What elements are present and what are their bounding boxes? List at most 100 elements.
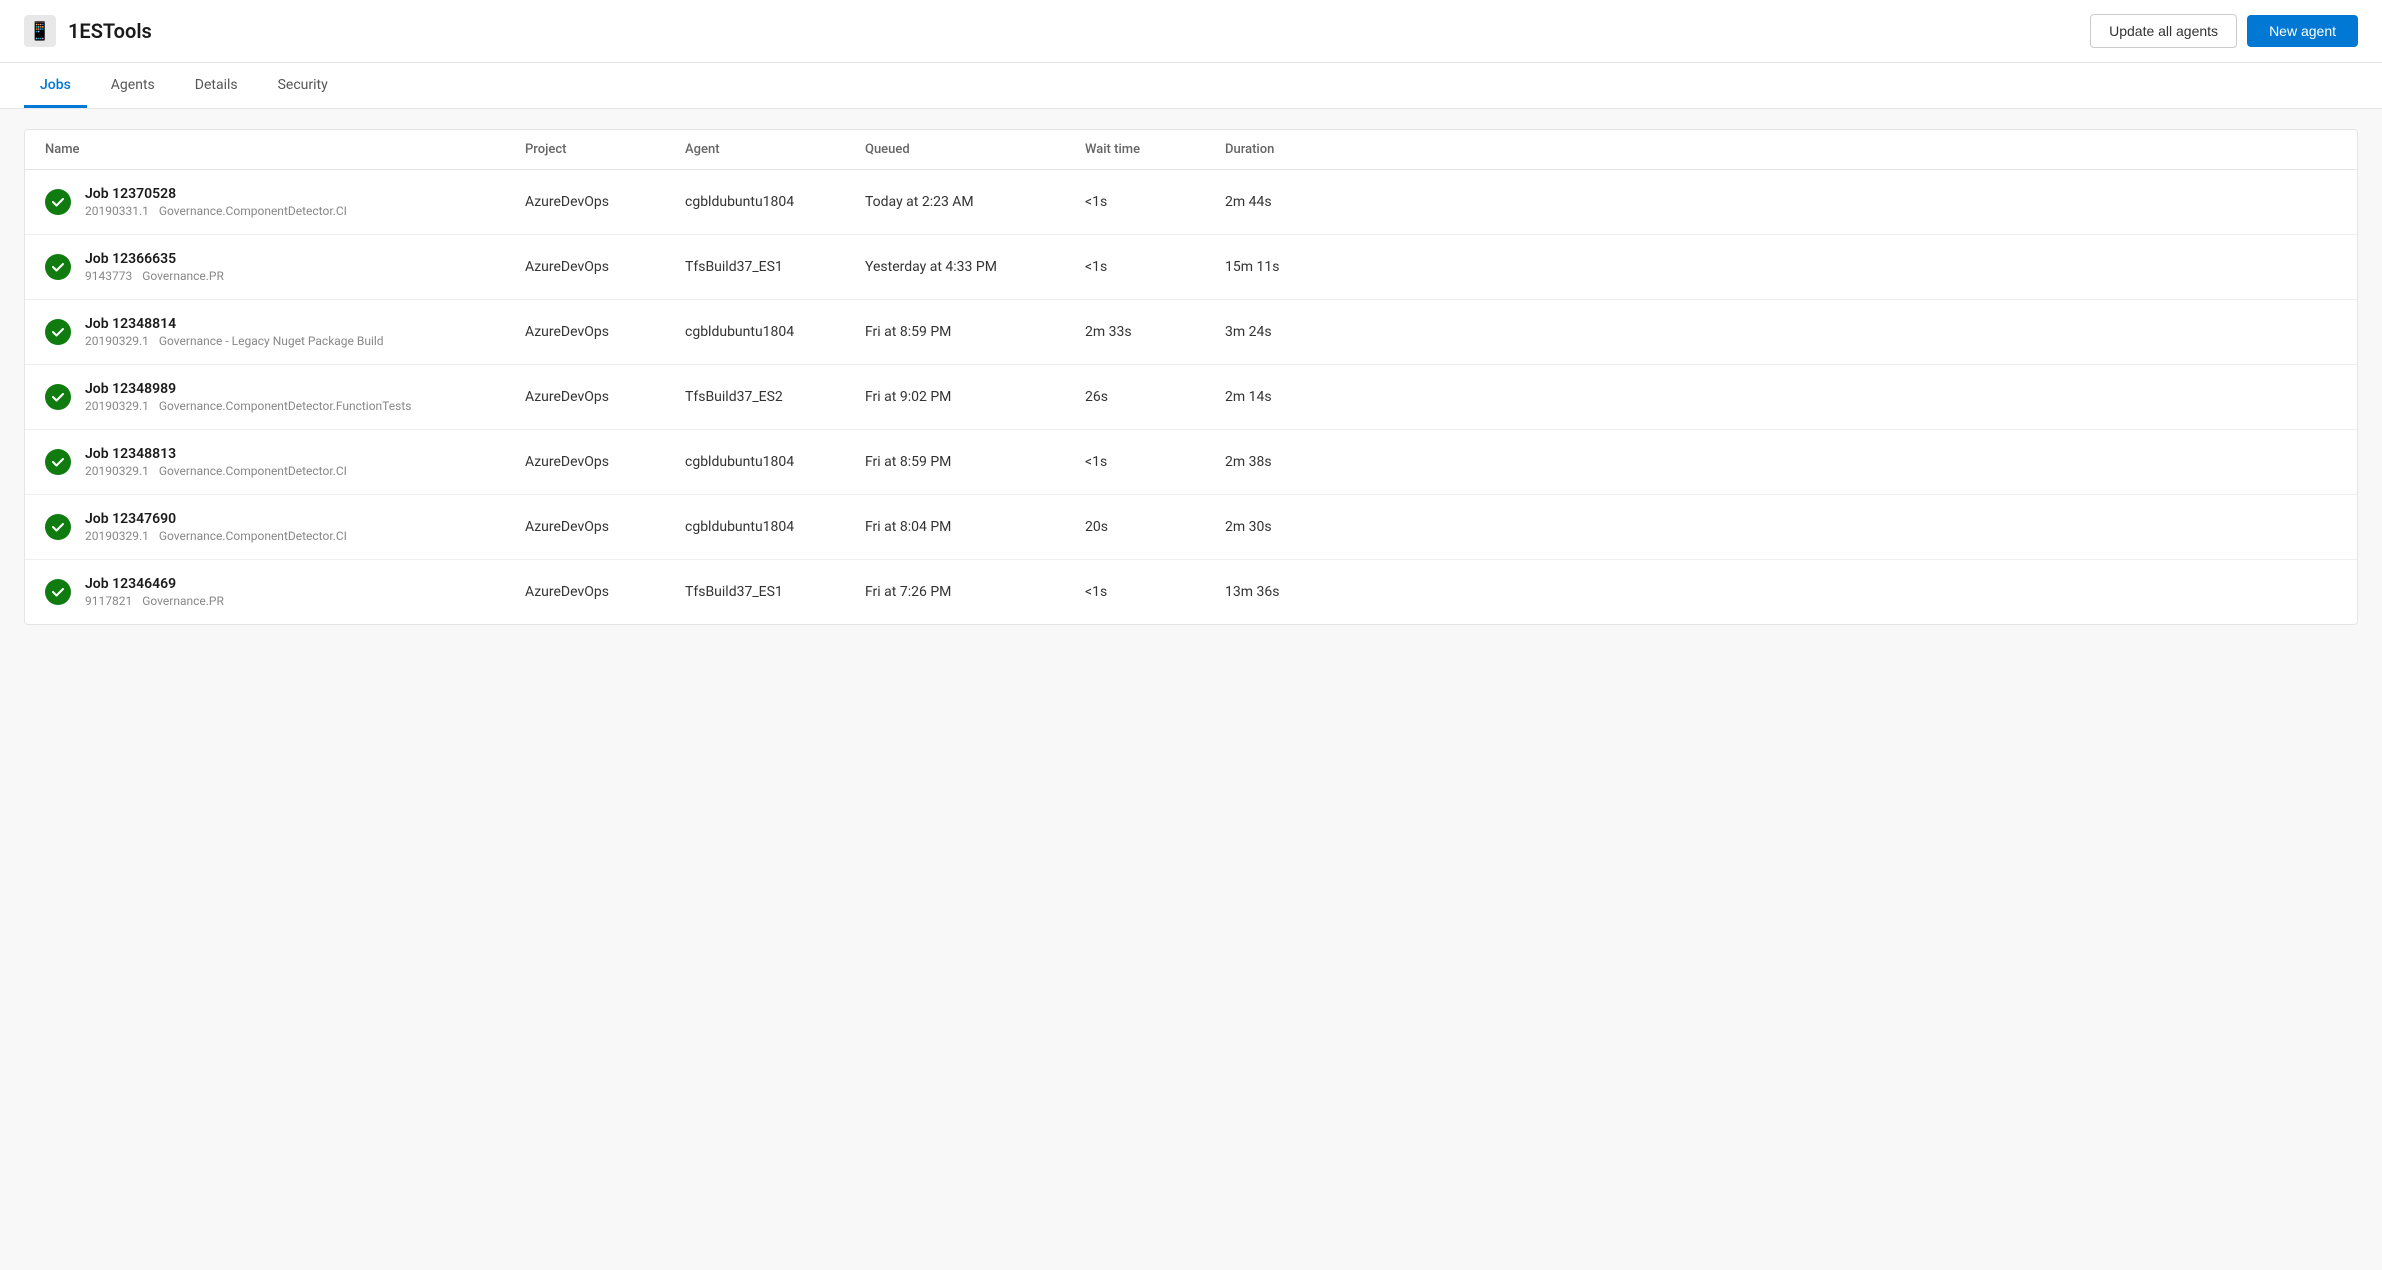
job-title: Job 12370528 [85, 186, 347, 202]
job-wait-time: <1s [1085, 584, 1225, 600]
job-title: Job 12348989 [85, 381, 411, 397]
job-subtitle: 9117821 Governance.PR [85, 594, 224, 608]
job-wait-time: 2m 33s [1085, 324, 1225, 340]
header-left: 📱 1ESTools [24, 15, 152, 47]
job-agent: cgbldubuntu1804 [685, 194, 865, 210]
job-sub1: 20190329.1 [85, 529, 149, 543]
job-subtitle: 9143773 Governance.PR [85, 269, 224, 283]
job-duration: 2m 44s [1225, 194, 1365, 210]
job-name-cell: Job 12346469 9117821 Governance.PR [45, 576, 525, 608]
job-agent: cgbldubuntu1804 [685, 324, 865, 340]
job-info: Job 12370528 20190331.1 Governance.Compo… [85, 186, 347, 218]
job-duration: 2m 30s [1225, 519, 1365, 535]
job-sub2: Governance.ComponentDetector.CI [159, 204, 347, 218]
job-name-cell: Job 12348813 20190329.1 Governance.Compo… [45, 446, 525, 478]
job-subtitle: 20190329.1 Governance - Legacy Nuget Pac… [85, 334, 384, 348]
main-content: Name Project Agent Queued Wait time Dura… [0, 109, 2382, 645]
job-project: AzureDevOps [525, 454, 685, 470]
job-agent: cgbldubuntu1804 [685, 519, 865, 535]
job-info: Job 12366635 9143773 Governance.PR [85, 251, 224, 283]
success-icon [45, 384, 71, 410]
job-project: AzureDevOps [525, 194, 685, 210]
job-title: Job 12366635 [85, 251, 224, 267]
job-title: Job 12348813 [85, 446, 347, 462]
job-queued: Yesterday at 4:33 PM [865, 259, 1085, 275]
update-all-agents-button[interactable]: Update all agents [2090, 14, 2237, 48]
job-subtitle: 20190329.1 Governance.ComponentDetector.… [85, 464, 347, 478]
job-project: AzureDevOps [525, 259, 685, 275]
job-subtitle: 20190331.1 Governance.ComponentDetector.… [85, 204, 347, 218]
tab-agents[interactable]: Agents [95, 63, 171, 108]
success-icon [45, 514, 71, 540]
tab-details[interactable]: Details [179, 63, 254, 108]
table-row[interactable]: Job 12366635 9143773 Governance.PR Azure… [25, 235, 2357, 300]
job-queued: Today at 2:23 AM [865, 194, 1085, 210]
job-agent: TfsBuild37_ES1 [685, 584, 865, 600]
success-icon [45, 449, 71, 475]
job-subtitle: 20190329.1 Governance.ComponentDetector.… [85, 399, 411, 413]
job-info: Job 12348989 20190329.1 Governance.Compo… [85, 381, 411, 413]
col-agent: Agent [685, 142, 865, 157]
app-title: 1ESTools [68, 19, 152, 43]
header-actions: Update all agents New agent [2090, 14, 2358, 48]
tabs-bar: Jobs Agents Details Security [0, 63, 2382, 109]
job-name-cell: Job 12348989 20190329.1 Governance.Compo… [45, 381, 525, 413]
table-header: Name Project Agent Queued Wait time Dura… [25, 130, 2357, 170]
job-project: AzureDevOps [525, 389, 685, 405]
success-icon [45, 254, 71, 280]
col-project: Project [525, 142, 685, 157]
col-duration: Duration [1225, 142, 1365, 157]
table-row[interactable]: Job 12348989 20190329.1 Governance.Compo… [25, 365, 2357, 430]
app-icon: 📱 [24, 15, 56, 47]
job-title: Job 12348814 [85, 316, 384, 332]
new-agent-button[interactable]: New agent [2247, 15, 2358, 47]
job-duration: 2m 38s [1225, 454, 1365, 470]
job-sub2: Governance.PR [142, 594, 224, 608]
job-sub2: Governance.ComponentDetector.CI [159, 464, 347, 478]
job-title: Job 12347690 [85, 511, 347, 527]
header: 📱 1ESTools Update all agents New agent [0, 0, 2382, 63]
job-sub1: 20190329.1 [85, 464, 149, 478]
col-name: Name [45, 142, 525, 157]
job-duration: 3m 24s [1225, 324, 1365, 340]
table-row[interactable]: Job 12348814 20190329.1 Governance - Leg… [25, 300, 2357, 365]
job-duration: 15m 11s [1225, 259, 1365, 275]
job-agent: TfsBuild37_ES2 [685, 389, 865, 405]
job-queued: Fri at 8:04 PM [865, 519, 1085, 535]
job-info: Job 12348814 20190329.1 Governance - Leg… [85, 316, 384, 348]
job-name-cell: Job 12348814 20190329.1 Governance - Leg… [45, 316, 525, 348]
job-wait-time: <1s [1085, 194, 1225, 210]
table-row[interactable]: Job 12347690 20190329.1 Governance.Compo… [25, 495, 2357, 560]
job-sub2: Governance.ComponentDetector.CI [159, 529, 347, 543]
job-queued: Fri at 9:02 PM [865, 389, 1085, 405]
tab-jobs[interactable]: Jobs [24, 63, 87, 108]
job-queued: Fri at 8:59 PM [865, 324, 1085, 340]
col-queued: Queued [865, 142, 1085, 157]
job-agent: cgbldubuntu1804 [685, 454, 865, 470]
job-sub1: 20190329.1 [85, 334, 149, 348]
job-queued: Fri at 8:59 PM [865, 454, 1085, 470]
job-wait-time: 26s [1085, 389, 1225, 405]
jobs-table: Name Project Agent Queued Wait time Dura… [24, 129, 2358, 625]
tab-security[interactable]: Security [262, 63, 344, 108]
job-title: Job 12346469 [85, 576, 224, 592]
table-row[interactable]: Job 12346469 9117821 Governance.PR Azure… [25, 560, 2357, 624]
job-sub2: Governance - Legacy Nuget Package Build [159, 334, 384, 348]
success-icon [45, 319, 71, 345]
job-queued: Fri at 7:26 PM [865, 584, 1085, 600]
table-row[interactable]: Job 12370528 20190331.1 Governance.Compo… [25, 170, 2357, 235]
job-sub1: 9143773 [85, 269, 132, 283]
job-wait-time: <1s [1085, 259, 1225, 275]
job-wait-time: 20s [1085, 519, 1225, 535]
job-info: Job 12347690 20190329.1 Governance.Compo… [85, 511, 347, 543]
table-body: Job 12370528 20190331.1 Governance.Compo… [25, 170, 2357, 624]
job-name-cell: Job 12370528 20190331.1 Governance.Compo… [45, 186, 525, 218]
job-sub2: Governance.PR [142, 269, 224, 283]
job-wait-time: <1s [1085, 454, 1225, 470]
job-agent: TfsBuild37_ES1 [685, 259, 865, 275]
job-info: Job 12346469 9117821 Governance.PR [85, 576, 224, 608]
job-project: AzureDevOps [525, 324, 685, 340]
table-row[interactable]: Job 12348813 20190329.1 Governance.Compo… [25, 430, 2357, 495]
job-duration: 13m 36s [1225, 584, 1365, 600]
job-sub1: 9117821 [85, 594, 132, 608]
